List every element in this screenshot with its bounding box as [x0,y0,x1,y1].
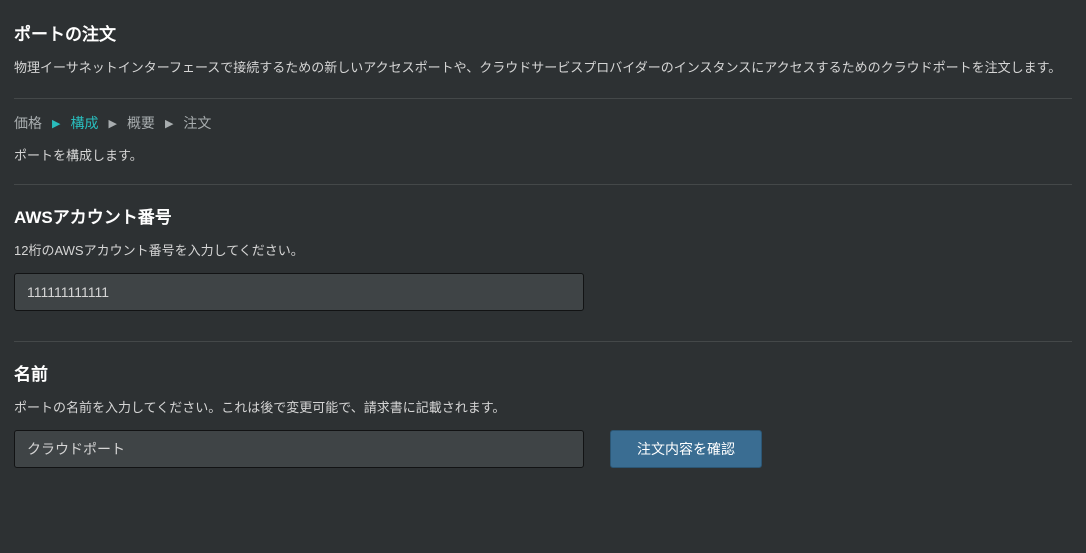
aws-account-input[interactable] [14,273,584,311]
breadcrumb-step-price[interactable]: 価格 [14,113,42,133]
breadcrumb: 価格 ▶ 構成 ▶ 概要 ▶ 注文 [14,99,1072,141]
confirm-order-button[interactable]: 注文内容を確認 [610,430,762,468]
breadcrumb-step-config[interactable]: 構成 [70,113,98,133]
breadcrumb-step-summary[interactable]: 概要 [127,113,155,133]
section-title-aws-account: AWSアカウント番号 [14,185,1072,240]
chevron-right-icon: ▶ [165,117,173,130]
section-title-name: 名前 [14,342,1072,397]
page-description: 物理イーサネットインターフェースで接続するための新しいアクセスポートや、クラウド… [14,57,1072,98]
port-name-input[interactable] [14,430,584,468]
chevron-right-icon: ▶ [108,117,116,130]
chevron-right-icon: ▶ [52,117,60,130]
page-title: ポートの注文 [14,0,1072,57]
section-desc-aws-account: 12桁のAWSアカウント番号を入力してください。 [14,240,1072,273]
breadcrumb-step-order[interactable]: 注文 [183,113,211,133]
section-desc-name: ポートの名前を入力してください。これは後で変更可能で、請求書に記載されます。 [14,397,1072,430]
breadcrumb-description: ポートを構成します。 [14,141,1072,184]
